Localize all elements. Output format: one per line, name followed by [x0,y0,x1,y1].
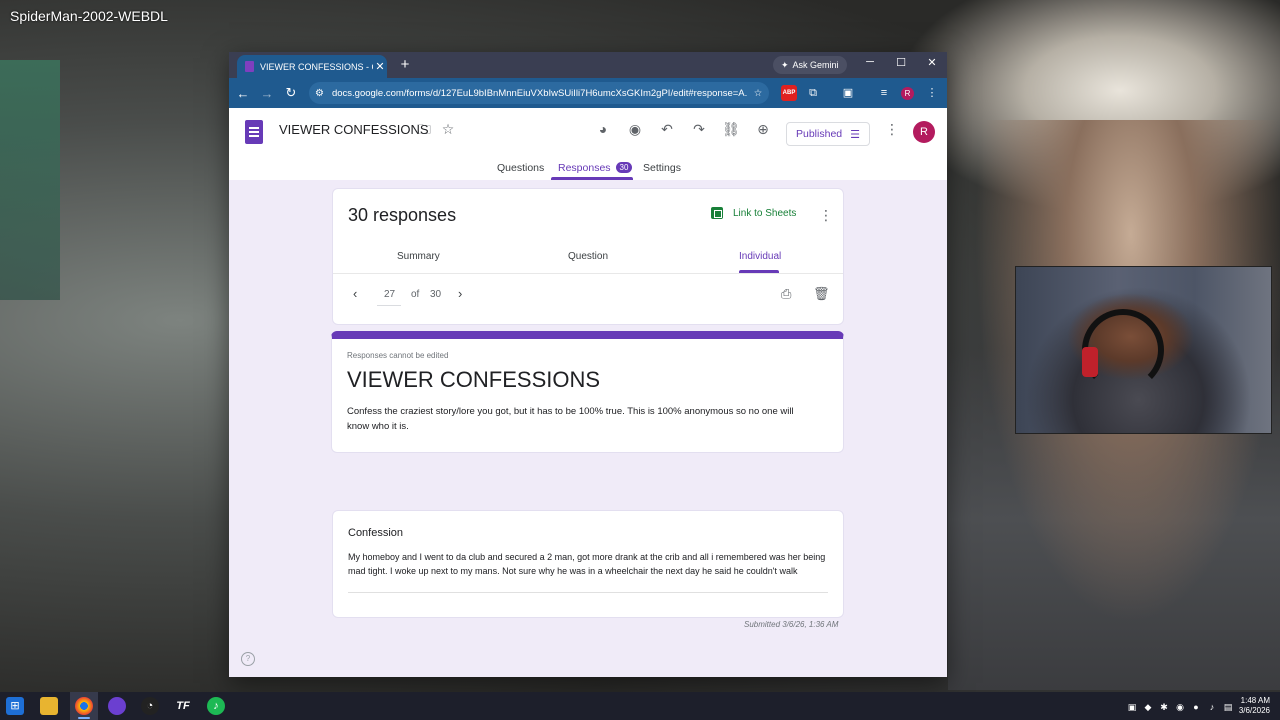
bookmark-star-icon[interactable]: ☆ [747,88,769,99]
link-to-sheets-button[interactable]: Link to Sheets [711,207,796,219]
subtab-question[interactable]: Question [568,251,608,262]
browser-window: VIEWER CONFESSIONS - Googl ✕ + ✦ Ask Gem… [229,52,947,677]
submitted-timestamp: Submitted 3/6/26, 1:36 AM [744,620,839,629]
google-forms-logo-icon[interactable] [245,120,263,144]
subtab-summary[interactable]: Summary [397,251,440,262]
answer-underline [348,592,828,593]
ask-gemini-label: Ask Gemini [792,60,839,70]
pager-of-label: of [411,289,420,300]
responses-more-icon[interactable]: ⋮ [819,207,833,224]
forms-header: VIEWER CONFESSIONS 🗀 ☆ ◕ ◉ ↶ ↷ ⛓ ⊕ Publi… [229,108,947,181]
app-tf-icon[interactable]: TF [174,697,192,715]
user-avatar[interactable]: R [913,121,935,143]
volume-icon[interactable]: ♪ [1206,702,1218,712]
tray-app-icon[interactable]: ▣ [1126,702,1138,713]
help-icon[interactable]: ? [241,652,255,666]
spotify-icon[interactable]: ♪ [207,697,225,715]
response-number-input[interactable]: 27 [384,289,395,300]
browser-tab[interactable]: VIEWER CONFESSIONS - Googl ✕ [237,55,387,78]
maximize-button[interactable]: ☐ [886,56,916,69]
question-card: Confession My homeboy and I went to da c… [332,510,844,618]
pager-total: 30 [430,289,442,300]
palette-icon[interactable]: ◕ [593,119,613,139]
profile-avatar[interactable]: R [901,87,914,100]
published-button[interactable]: Published ☰ [786,122,870,146]
tray-app2-icon[interactable]: ✱ [1158,702,1170,713]
tray-nvidia-icon[interactable]: ◆ [1142,702,1154,713]
app-red-icon[interactable]: ◔ [141,697,159,715]
url-text: docs.google.com/forms/d/127EuL9bIBnMnnEi… [331,87,747,99]
taskbar-active-indicator [78,717,90,719]
file-explorer-icon[interactable] [40,697,58,715]
adblock-plus-icon[interactable]: ABP [781,85,797,101]
link-to-sheets-label: Link to Sheets [733,207,797,219]
form-description: Confess the craziest story/lore you got,… [347,406,794,432]
sheets-icon [711,207,723,219]
form-doc-title[interactable]: VIEWER CONFESSIONS [279,122,429,137]
tab-bar: VIEWER CONFESSIONS - Googl ✕ + ✦ Ask Gem… [229,52,947,78]
tray-app3-icon[interactable]: ◉ [1174,702,1186,713]
responses-count-title: 30 responses [348,205,457,225]
link-icon[interactable]: ⛓ [721,119,741,139]
gemini-sparkle-icon: ✦ [781,59,789,70]
address-bar-row: ← → ↻ ⚙ docs.google.com/forms/d/127EuL9b… [229,78,947,108]
tab-responses[interactable]: Responses 30 [558,162,633,174]
previous-response-icon[interactable]: ‹ [353,286,357,301]
preview-eye-icon[interactable]: ◉ [625,119,645,139]
reload-icon[interactable]: ↻ [279,85,303,101]
more-options-icon[interactable]: ⋮ [882,119,902,139]
forms-favicon-icon [245,61,254,72]
extensions-puzzle-icon[interactable]: ⧉ [805,85,821,101]
clock-time: 1:48 AM [1240,696,1270,705]
redo-icon[interactable]: ↷ [689,119,709,139]
ask-gemini-button[interactable]: ✦ Ask Gemini [773,56,847,74]
question-label: Confession [348,527,404,539]
reading-list-icon[interactable]: ≡ [876,85,892,101]
window-close-button[interactable]: ✕ [917,56,947,69]
microphone [1082,347,1098,377]
form-info-card: Responses cannot be edited VIEWER CONFES… [331,331,844,453]
response-number-underline [377,305,401,306]
webcam-overlay [1015,266,1272,434]
published-label: Published [796,128,843,140]
responses-summary-card: 30 responses Link to Sheets ⋮ Summary Qu… [332,188,844,325]
microphone-icon[interactable]: ● [1190,702,1202,712]
tab-settings[interactable]: Settings [643,162,681,174]
tab-title: VIEWER CONFESSIONS - Googl [260,61,373,72]
card-divider [333,273,843,274]
browser-menu-icon[interactable]: ⋮ [924,85,940,101]
url-bar[interactable]: ⚙ docs.google.com/forms/d/127EuL9bIBnMnn… [309,82,769,104]
back-arrow-icon[interactable]: ← [231,86,255,101]
video-title: SpiderMan-2002-WEBDL [10,8,168,24]
taskbar-clock[interactable]: 1:48 AM 3/6/2026 [1232,696,1270,716]
responses-count-badge: 30 [615,162,633,173]
add-collaborator-icon[interactable]: ⊕ [753,119,773,139]
site-info-icon[interactable]: ⚙ [315,88,324,99]
responses-content: 30 responses Link to Sheets ⋮ Summary Qu… [229,180,947,677]
tab-close-icon[interactable]: ✕ [373,60,387,73]
windows-start-icon[interactable]: ⊞ [6,697,24,715]
form-title: VIEWER CONFESSIONS [347,367,601,392]
subtab-individual[interactable]: Individual [739,251,781,262]
read-only-notice: Responses cannot be edited [347,351,449,360]
forward-arrow-icon[interactable]: → [255,86,279,101]
app-icon[interactable] [108,697,126,715]
clock-date: 3/6/2026 [1238,706,1270,715]
screen-share-icon[interactable]: ▣ [840,85,856,101]
video-scene-left [0,60,60,300]
new-tab-button[interactable]: + [397,56,413,73]
tab-responses-label: Responses [558,162,611,174]
undo-icon[interactable]: ↶ [657,119,677,139]
print-icon[interactable]: ⎙ [781,286,791,302]
move-to-folder-icon[interactable]: 🗀 [414,119,434,139]
tab-questions[interactable]: Questions [497,162,544,174]
tune-icon: ☰ [850,128,860,141]
minimize-button[interactable]: ─ [855,56,885,68]
delete-trash-icon[interactable]: 🗑 [813,286,830,302]
chrome-icon[interactable] [75,697,93,715]
next-response-icon[interactable]: › [458,286,462,301]
star-icon[interactable]: ☆ [438,119,458,139]
question-answer: My homeboy and I went to da club and sec… [348,552,826,576]
windows-taskbar [0,692,1280,720]
